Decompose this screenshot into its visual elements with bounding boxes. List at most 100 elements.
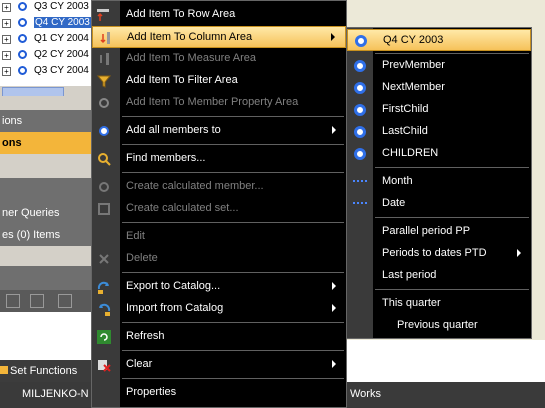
submenu-item-label: Month: [382, 175, 413, 187]
member-icon: [18, 2, 27, 11]
content-area: [347, 340, 545, 382]
menu-separator: [375, 167, 529, 168]
column-area-submenu: Q4 CY 2003 PrevMember NextMember FirstCh…: [346, 27, 532, 339]
toolbar-icon[interactable]: [6, 294, 20, 308]
member-icon: [352, 58, 368, 74]
panel-header[interactable]: es (0) Items: [0, 224, 95, 246]
add-all-icon: [96, 123, 112, 139]
submenu-arrow-icon: [332, 360, 336, 368]
expand-icon[interactable]: +: [2, 35, 11, 44]
submenu-item-label: CHILDREN: [382, 147, 439, 159]
menu-separator: [122, 322, 344, 323]
add-row-icon: [96, 7, 112, 23]
member-icon: [352, 146, 368, 162]
panel-header[interactable]: ner Queries: [0, 202, 95, 224]
tree-row[interactable]: + Q3 CY 2004: [0, 64, 95, 80]
member-property-icon: [96, 95, 112, 111]
member-icon: [18, 50, 27, 59]
find-icon: [96, 151, 112, 167]
tree-row[interactable]: + Q4 CY 2003: [0, 16, 95, 32]
panel-body: [0, 154, 95, 178]
panel-header[interactable]: [0, 266, 95, 290]
add-filter-icon: [96, 73, 112, 89]
submenu-item-periods-to-dates[interactable]: Periods to dates PTD: [347, 243, 531, 265]
submenu-item-month[interactable]: Month: [347, 171, 531, 193]
content-area: [0, 312, 95, 360]
submenu-item-nextmember[interactable]: NextMember: [347, 77, 531, 99]
expand-icon[interactable]: +: [2, 19, 11, 28]
level-icon: [352, 196, 368, 212]
menu-item-properties[interactable]: Properties: [92, 382, 346, 404]
panel-header[interactable]: [0, 178, 95, 202]
clear-icon: [96, 357, 112, 373]
submenu-item-lastchild[interactable]: LastChild: [347, 121, 531, 143]
menu-item-label: Properties: [126, 386, 177, 398]
panel-header-label: ons: [2, 137, 22, 149]
submenu-item-date[interactable]: Date: [347, 193, 531, 215]
menu-item-label: Add Item To Measure Area: [126, 52, 257, 64]
tab-label: Set Functions: [10, 365, 78, 377]
tree-row[interactable]: + Q1 CY 2004: [0, 32, 95, 48]
tree-row[interactable]: + Q3 CY 2003: [0, 0, 95, 16]
menu-item-label: Add all members to: [126, 124, 221, 136]
submenu-item-parallel-period[interactable]: Parallel period PP: [347, 221, 531, 243]
submenu-item-current-member[interactable]: Q4 CY 2003: [347, 29, 531, 51]
submenu-item-firstchild[interactable]: FirstChild: [347, 99, 531, 121]
menu-item-label: Create calculated set...: [126, 202, 239, 214]
menu-item-create-calculated-set[interactable]: Create calculated set...: [92, 198, 346, 220]
menu-item-add-all-members[interactable]: Add all members to: [92, 120, 346, 142]
menu-item-create-calculated-member[interactable]: Create calculated member...: [92, 176, 346, 198]
menu-item-add-measure[interactable]: Add Item To Measure Area: [92, 48, 346, 70]
divider: [0, 96, 95, 110]
menu-separator: [375, 217, 529, 218]
submenu-item-last-period[interactable]: Last period: [347, 265, 531, 287]
expand-icon[interactable]: +: [2, 67, 11, 76]
menu-item-label: Find members...: [126, 152, 206, 164]
menu-separator: [122, 116, 344, 117]
submenu-arrow-icon: [332, 126, 336, 134]
member-icon: [18, 18, 27, 27]
submenu-item-children[interactable]: CHILDREN: [347, 143, 531, 165]
folder-icon: [0, 366, 8, 374]
submenu-arrow-icon: [332, 304, 336, 312]
tree-row-label: Q3 CY 2003: [34, 1, 89, 12]
menu-item-add-member-property[interactable]: Add Item To Member Property Area: [92, 92, 346, 114]
refresh-icon: [96, 329, 112, 345]
menu-item-add-column[interactable]: Add Item To Column Area: [92, 26, 346, 48]
menu-item-add-filter[interactable]: Add Item To Filter Area: [92, 70, 346, 92]
set-functions-tab[interactable]: Set Functions: [0, 360, 95, 382]
menu-item-import-catalog[interactable]: Import from Catalog: [92, 298, 346, 320]
tree-row[interactable]: + Q2 CY 2004: [0, 48, 95, 64]
toolbar-icon[interactable]: [30, 294, 44, 308]
panel-header[interactable]: ions: [0, 110, 95, 132]
expand-icon[interactable]: +: [2, 3, 11, 12]
menu-item-edit[interactable]: Edit: [92, 226, 346, 248]
expand-icon[interactable]: +: [2, 51, 11, 60]
toolbar-icon[interactable]: [58, 294, 72, 308]
menu-item-find-members[interactable]: Find members...: [92, 148, 346, 170]
submenu-item-label: LastChild: [382, 125, 428, 137]
tree-row-label: Q4 CY 2003: [34, 17, 91, 28]
menu-separator: [122, 378, 344, 379]
menu-item-clear[interactable]: Clear: [92, 354, 346, 376]
tree-row-label: Q2 CY 2004: [34, 49, 89, 60]
calc-set-icon: [96, 201, 112, 217]
menu-item-add-row[interactable]: Add Item To Row Area: [92, 4, 346, 26]
menu-item-label: Create calculated member...: [126, 180, 264, 192]
horizontal-scrollbar[interactable]: [0, 86, 95, 97]
member-icon: [352, 124, 368, 140]
menu-separator: [122, 172, 344, 173]
taskbar-item[interactable]: MILJENKO-N: [22, 388, 89, 400]
menu-item-export-catalog[interactable]: Export to Catalog...: [92, 276, 346, 298]
taskbar-item[interactable]: Works: [350, 388, 381, 400]
menu-item-delete[interactable]: Delete: [92, 248, 346, 270]
submenu-item-prevmember[interactable]: PrevMember: [347, 55, 531, 77]
calc-member-icon: [96, 179, 112, 195]
panel-header-label: ions: [2, 115, 23, 127]
panel-header-active[interactable]: ons: [0, 132, 95, 154]
menu-item-refresh[interactable]: Refresh: [92, 326, 346, 348]
submenu-item-previous-quarter[interactable]: Previous quarter: [347, 315, 531, 337]
submenu-arrow-icon: [517, 249, 521, 257]
member-icon: [18, 34, 27, 43]
submenu-item-this-quarter[interactable]: This quarter: [347, 293, 531, 315]
